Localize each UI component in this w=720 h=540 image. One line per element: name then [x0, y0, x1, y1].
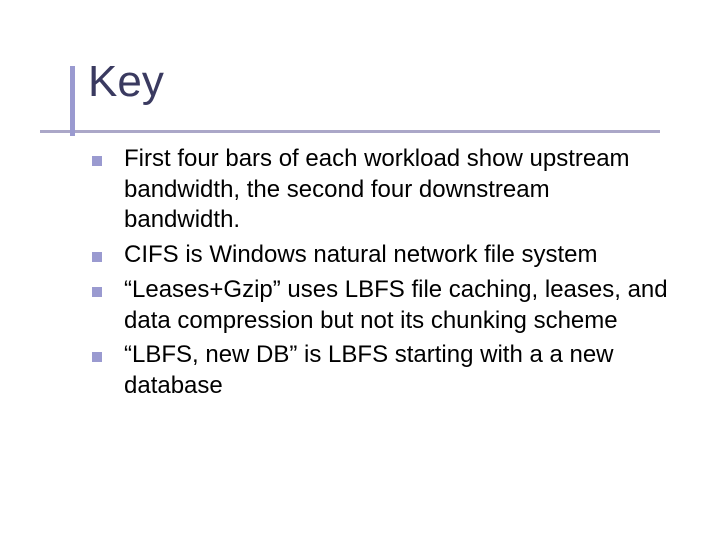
square-bullet-icon — [92, 287, 102, 297]
square-bullet-icon — [92, 156, 102, 166]
bullet-text: “LBFS, new DB” is LBFS starting with a a… — [124, 340, 670, 401]
bullet-text: CIFS is Windows natural network file sys… — [124, 240, 597, 271]
list-item: First four bars of each workload show up… — [92, 144, 670, 236]
square-bullet-icon — [92, 252, 102, 262]
bullet-text: First four bars of each workload show up… — [124, 144, 670, 236]
slide-title: Key — [70, 60, 720, 104]
slide-body: First four bars of each workload show up… — [92, 144, 670, 402]
list-item: “Leases+Gzip” uses LBFS file caching, le… — [92, 275, 670, 336]
list-item: “LBFS, new DB” is LBFS starting with a a… — [92, 340, 670, 401]
title-block: Key — [70, 60, 720, 104]
accent-horizontal — [40, 130, 660, 133]
bullet-text: “Leases+Gzip” uses LBFS file caching, le… — [124, 275, 670, 336]
slide: Key First four bars of each workload sho… — [0, 0, 720, 540]
square-bullet-icon — [92, 352, 102, 362]
list-item: CIFS is Windows natural network file sys… — [92, 240, 670, 271]
